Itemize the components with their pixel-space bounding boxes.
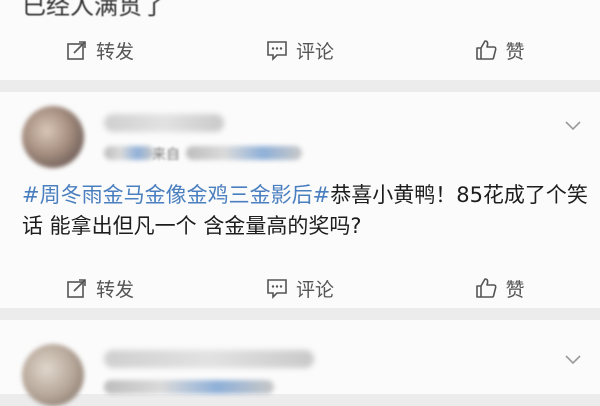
post-text-partial: 已经人满贯了: [22, 0, 166, 20]
repost-button[interactable]: 转发: [0, 268, 200, 308]
like-button[interactable]: 赞: [400, 30, 600, 70]
comment-label: 评论: [295, 278, 334, 301]
action-bar: 转发 评论 赞: [0, 30, 600, 70]
repost-icon: [67, 279, 86, 298]
comment-button[interactable]: 评论: [200, 268, 400, 308]
repost-button[interactable]: 转发: [0, 30, 200, 70]
like-button[interactable]: 赞: [400, 268, 600, 308]
like-label: 赞: [505, 278, 525, 301]
chevron-down-icon[interactable]: [564, 120, 582, 132]
comment-label: 评论: [295, 40, 334, 63]
source-label: 来自: [152, 147, 180, 163]
weibo-card-top: 已经人满贯了 转发 评论 赞: [0, 0, 600, 80]
comment-icon: [267, 41, 287, 61]
like-icon: [476, 278, 498, 298]
avatar[interactable]: [22, 106, 84, 168]
repost-label: 转发: [95, 278, 134, 301]
weibo-card-next: [0, 320, 600, 406]
comment-button[interactable]: 评论: [200, 30, 400, 70]
source-app-blurred: [186, 146, 302, 160]
weibo-card: 来自 #周冬雨金马金像金鸡三金影后#恭喜小黄鸭！85花成了个笑话 能拿出但凡一个…: [0, 92, 600, 308]
post-text: #周冬雨金马金像金鸡三金影后#恭喜小黄鸭！85花成了个笑话 能拿出但凡一个 含金…: [22, 180, 588, 242]
timestamp-blurred: [104, 146, 154, 160]
username-blurred[interactable]: [104, 114, 224, 132]
like-label: 赞: [505, 40, 525, 63]
username-blurred[interactable]: [104, 350, 314, 368]
avatar[interactable]: [22, 344, 84, 406]
like-icon: [476, 40, 498, 60]
comment-icon: [267, 279, 287, 299]
hashtag-link[interactable]: #周冬雨金马金像金鸡三金影后#: [22, 183, 330, 207]
action-bar: 转发 评论 赞: [0, 268, 600, 308]
chevron-down-icon[interactable]: [564, 354, 582, 366]
repost-label: 转发: [95, 40, 134, 63]
repost-icon: [67, 41, 86, 60]
timestamp-blurred: [104, 380, 274, 394]
